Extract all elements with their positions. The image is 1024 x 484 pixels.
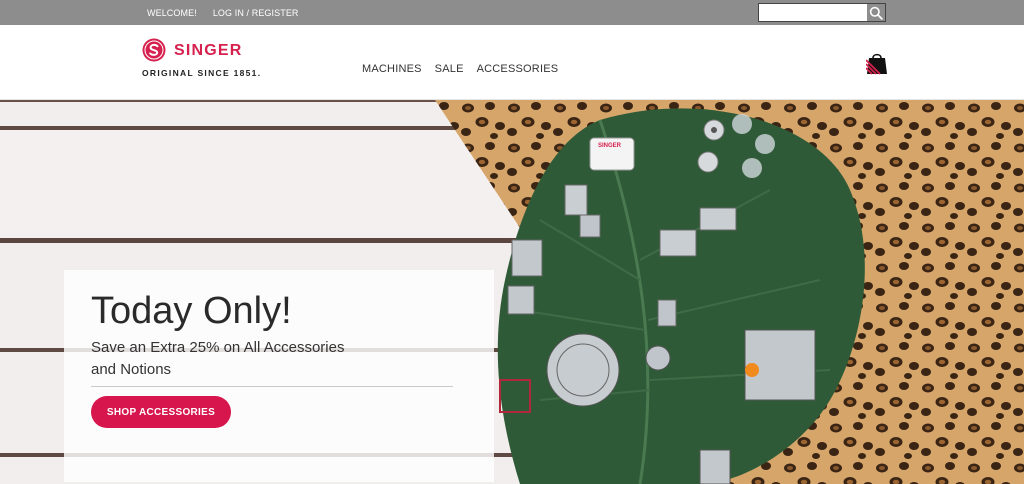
top-utility-bar: WELCOME! LOG IN / REGISTER bbox=[0, 0, 1024, 25]
shop-accessories-button[interactable]: SHOP ACCESSORIES bbox=[91, 396, 231, 428]
search-button[interactable] bbox=[867, 4, 885, 21]
promo-title: Today Only! bbox=[91, 290, 292, 332]
search-input[interactable] bbox=[759, 4, 867, 21]
site-header: SINGER ORIGINAL SINCE 1851. MACHINES SAL… bbox=[0, 25, 1024, 100]
singer-emblem-icon bbox=[142, 38, 166, 62]
nav-item-accessories[interactable]: ACCESSORIES bbox=[477, 63, 559, 75]
hero-banner: SINGER Today Only! Save an Extra 25% on … bbox=[0, 100, 1024, 484]
search-box bbox=[758, 3, 886, 22]
brand-name: SINGER bbox=[174, 42, 243, 59]
promo-subtitle: Save an Extra 25% on All Accessories and… bbox=[91, 339, 345, 378]
promo-card: Today Only! Save an Extra 25% on All Acc… bbox=[64, 270, 494, 482]
main-nav: MACHINES SALE ACCESSORIES bbox=[362, 63, 558, 75]
shopping-bag-icon[interactable] bbox=[866, 51, 888, 75]
account-links: WELCOME! LOG IN / REGISTER bbox=[147, 0, 299, 25]
magnifier-icon bbox=[869, 6, 883, 20]
nav-item-machines[interactable]: MACHINES bbox=[362, 63, 422, 75]
login-register-link[interactable]: LOG IN / REGISTER bbox=[213, 8, 299, 18]
welcome-text: WELCOME! bbox=[147, 7, 197, 18]
brand-tagline: ORIGINAL SINCE 1851. bbox=[142, 68, 262, 78]
singer-logo[interactable]: SINGER ORIGINAL SINCE 1851. bbox=[142, 37, 272, 79]
svg-text:SINGER: SINGER bbox=[598, 143, 622, 149]
nav-item-sale[interactable]: SALE bbox=[435, 63, 464, 75]
promo-divider bbox=[91, 386, 453, 387]
